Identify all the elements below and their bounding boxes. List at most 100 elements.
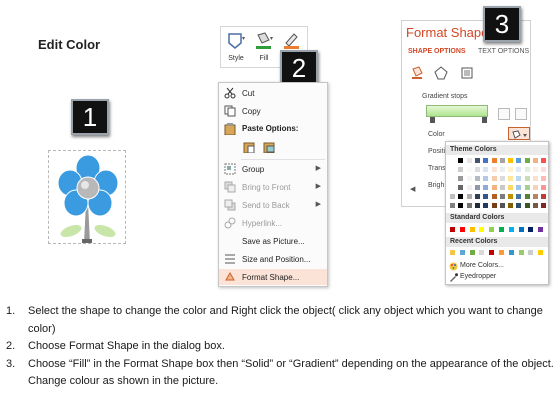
color-swatch[interactable] <box>473 175 481 182</box>
color-swatch[interactable] <box>449 202 456 209</box>
color-swatch[interactable] <box>482 157 490 164</box>
color-swatch[interactable] <box>517 226 525 233</box>
color-swatch[interactable] <box>507 249 515 256</box>
color-swatch[interactable] <box>517 249 525 256</box>
color-swatch[interactable] <box>540 175 548 182</box>
color-swatch[interactable] <box>457 193 465 200</box>
fill-line-icon[interactable] <box>410 66 424 80</box>
color-swatch[interactable] <box>523 184 531 191</box>
color-swatch[interactable] <box>515 202 523 209</box>
gradient-stops-bar[interactable] <box>426 105 488 117</box>
color-swatch[interactable] <box>482 184 490 191</box>
color-swatch[interactable] <box>465 193 473 200</box>
color-swatch[interactable] <box>473 202 481 209</box>
color-swatch[interactable] <box>498 193 506 200</box>
color-swatch[interactable] <box>498 157 506 164</box>
color-swatch[interactable] <box>490 157 498 164</box>
color-swatch[interactable] <box>473 193 481 200</box>
color-swatch[interactable] <box>507 157 515 164</box>
color-swatch[interactable] <box>540 193 548 200</box>
color-swatch[interactable] <box>515 184 523 191</box>
color-swatch[interactable] <box>449 157 456 164</box>
effects-icon[interactable] <box>434 66 448 80</box>
color-swatch[interactable] <box>457 184 465 191</box>
color-swatch[interactable] <box>507 175 515 182</box>
color-swatch[interactable] <box>465 157 473 164</box>
color-swatch[interactable] <box>449 175 456 182</box>
style-button[interactable]: Style <box>223 29 249 67</box>
scroll-left-icon[interactable]: ◀ <box>410 185 415 193</box>
color-swatch[interactable] <box>523 193 531 200</box>
menu-item-bring-to-front[interactable]: Bring to Front ▶ <box>219 179 327 195</box>
color-swatch[interactable] <box>482 193 490 200</box>
color-swatch[interactable] <box>458 249 466 256</box>
color-swatch[interactable] <box>457 166 465 173</box>
menu-item-hyperlink[interactable]: Hyperlink... <box>219 215 327 231</box>
color-swatch[interactable] <box>457 202 465 209</box>
color-swatch[interactable] <box>457 157 465 164</box>
size-properties-icon[interactable] <box>460 66 474 80</box>
color-swatch[interactable] <box>465 175 473 182</box>
menu-item-send-to-back[interactable]: Send to Back ▶ <box>219 197 327 213</box>
color-swatch[interactable] <box>498 166 506 173</box>
color-swatch[interactable] <box>540 202 548 209</box>
color-swatch[interactable] <box>540 184 548 191</box>
selected-flower-shape[interactable] <box>48 150 126 244</box>
eyedropper-option[interactable]: Eyedropper <box>460 273 496 280</box>
more-colors-option[interactable]: More Colors... <box>460 262 504 269</box>
color-swatch[interactable] <box>532 166 539 173</box>
remove-stop-button[interactable] <box>515 108 527 120</box>
color-swatch[interactable] <box>507 193 515 200</box>
menu-item-group[interactable]: Group ▶ <box>219 161 327 177</box>
add-stop-button[interactable] <box>498 108 510 120</box>
color-swatch[interactable] <box>532 193 539 200</box>
color-swatch[interactable] <box>507 166 515 173</box>
color-swatch[interactable] <box>515 157 523 164</box>
color-swatch[interactable] <box>523 202 531 209</box>
color-swatch[interactable] <box>540 166 548 173</box>
color-swatch[interactable] <box>473 166 481 173</box>
color-swatch[interactable] <box>457 175 465 182</box>
color-swatch[interactable] <box>498 184 506 191</box>
color-swatch[interactable] <box>498 202 506 209</box>
color-swatch[interactable] <box>537 226 545 233</box>
color-swatch[interactable] <box>527 249 535 256</box>
color-swatch[interactable] <box>507 202 515 209</box>
tab-text-options[interactable]: TEXT OPTIONS <box>478 48 529 55</box>
color-swatch[interactable] <box>537 249 545 256</box>
color-swatch[interactable] <box>449 226 456 233</box>
color-swatch[interactable] <box>488 226 496 233</box>
color-swatch[interactable] <box>523 166 531 173</box>
menu-item-save-as-picture[interactable]: Save as Picture... <box>219 233 327 249</box>
color-swatch[interactable] <box>532 202 539 209</box>
color-swatch[interactable] <box>515 175 523 182</box>
color-swatch[interactable] <box>498 226 505 233</box>
color-swatch[interactable] <box>449 249 456 256</box>
color-swatch[interactable] <box>465 202 473 209</box>
color-swatch[interactable] <box>449 166 456 173</box>
color-swatch[interactable] <box>490 193 498 200</box>
color-swatch[interactable] <box>515 166 523 173</box>
color-swatch[interactable] <box>507 226 515 233</box>
color-swatch[interactable] <box>507 184 515 191</box>
color-swatch[interactable] <box>482 166 490 173</box>
color-swatch[interactable] <box>468 249 476 256</box>
color-swatch[interactable] <box>488 249 496 256</box>
color-swatch[interactable] <box>515 193 523 200</box>
paste-picture-icon[interactable] <box>263 141 275 154</box>
color-swatch[interactable] <box>478 249 486 256</box>
gradient-stop-handle[interactable] <box>482 117 487 123</box>
color-swatch[interactable] <box>482 175 490 182</box>
paste-keep-format-icon[interactable] <box>243 141 255 154</box>
color-swatch[interactable] <box>482 202 490 209</box>
color-swatch[interactable] <box>490 166 498 173</box>
color-swatch[interactable] <box>532 175 539 182</box>
color-swatch[interactable] <box>532 157 539 164</box>
color-swatch[interactable] <box>523 175 531 182</box>
color-swatch[interactable] <box>449 184 456 191</box>
color-swatch[interactable] <box>490 202 498 209</box>
color-swatch[interactable] <box>527 226 535 233</box>
color-swatch[interactable] <box>465 184 473 191</box>
menu-item-copy[interactable]: Copy <box>219 103 327 119</box>
color-swatch[interactable] <box>458 226 466 233</box>
